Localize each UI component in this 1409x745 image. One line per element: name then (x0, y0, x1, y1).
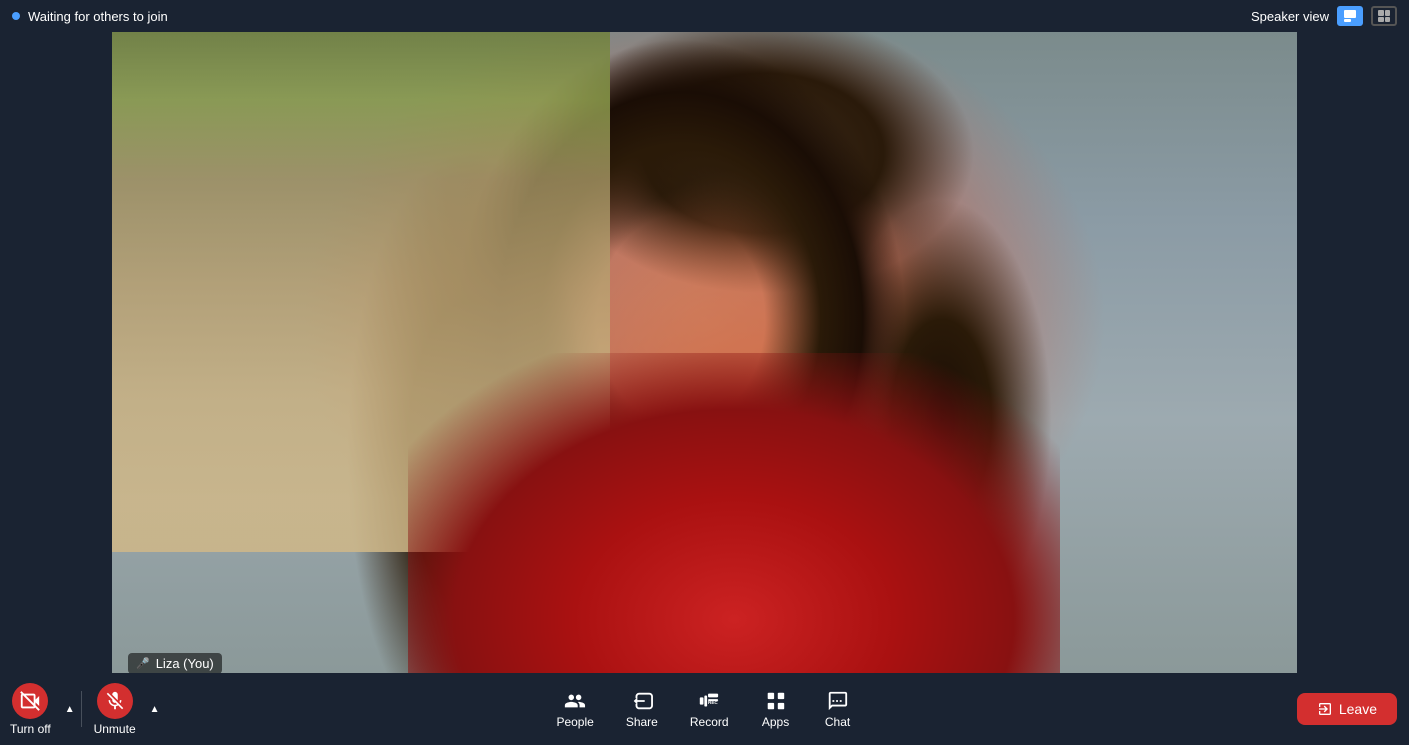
top-bar: Waiting for others to join Speaker view (0, 0, 1409, 32)
apps-button[interactable]: Apps (747, 684, 805, 735)
mic-chevron[interactable]: ▲ (146, 704, 164, 715)
mic-chevron-icon: ▲ (150, 704, 160, 715)
waiting-text: Waiting for others to join (28, 9, 168, 24)
chat-icon (827, 690, 849, 712)
speaker-layout-icon (1344, 10, 1356, 22)
share-icon (631, 690, 653, 712)
record-button[interactable]: REC Record (676, 684, 743, 735)
record-icon: REC (698, 690, 720, 712)
mic-off-icon-wrap (97, 683, 133, 719)
camera-chevron[interactable]: ▲ (61, 704, 79, 715)
people-button[interactable]: People (542, 684, 607, 735)
people-label: People (556, 715, 593, 729)
grid-layout-icon (1378, 10, 1390, 22)
toolbar-center: People Share REC Record (542, 684, 866, 735)
name-label: 🎤 Liza (You) (128, 653, 222, 674)
leave-button[interactable]: Leave (1297, 693, 1397, 725)
grid-view-button[interactable] (1371, 6, 1397, 26)
top-bar-left: Waiting for others to join (12, 9, 168, 24)
video-canvas (112, 20, 1297, 686)
chat-label: Chat (825, 715, 850, 729)
apps-label: Apps (762, 715, 789, 729)
camera-off-icon (19, 690, 41, 712)
chat-button[interactable]: Chat (809, 684, 867, 735)
mic-toggle-button[interactable]: Unmute (84, 677, 146, 742)
mic-label: Unmute (94, 722, 136, 736)
camera-off-icon-wrap (12, 683, 48, 719)
leave-label: Leave (1339, 701, 1377, 717)
camera-off-label: Turn off (10, 722, 51, 736)
people-icon (564, 690, 586, 712)
video-area: 🎤 Liza (You) (0, 32, 1409, 673)
jacket-overlay (408, 353, 1060, 686)
mic-status-icon: 🎤 (136, 657, 150, 670)
status-dot (12, 12, 20, 20)
mic-off-icon (104, 690, 126, 712)
share-label: Share (626, 715, 658, 729)
camera-toggle-button[interactable]: Turn off (0, 677, 61, 742)
toolbar-right: Leave (1297, 693, 1397, 725)
record-label: Record (690, 715, 729, 729)
speaker-view-button[interactable] (1337, 6, 1363, 26)
divider-1 (81, 691, 82, 727)
leave-icon (1317, 701, 1333, 717)
share-button[interactable]: Share (612, 684, 672, 735)
apps-icon (765, 690, 787, 712)
main-video: 🎤 Liza (You) (112, 20, 1297, 686)
toolbar-left: Turn off ▲ Unmute ▲ (0, 677, 164, 742)
bottom-bar: Turn off ▲ Unmute ▲ People (0, 673, 1409, 745)
camera-chevron-icon: ▲ (65, 704, 75, 715)
top-bar-right: Speaker view (1251, 6, 1397, 26)
participant-name: Liza (You) (156, 656, 214, 671)
speaker-view-label: Speaker view (1251, 9, 1329, 24)
